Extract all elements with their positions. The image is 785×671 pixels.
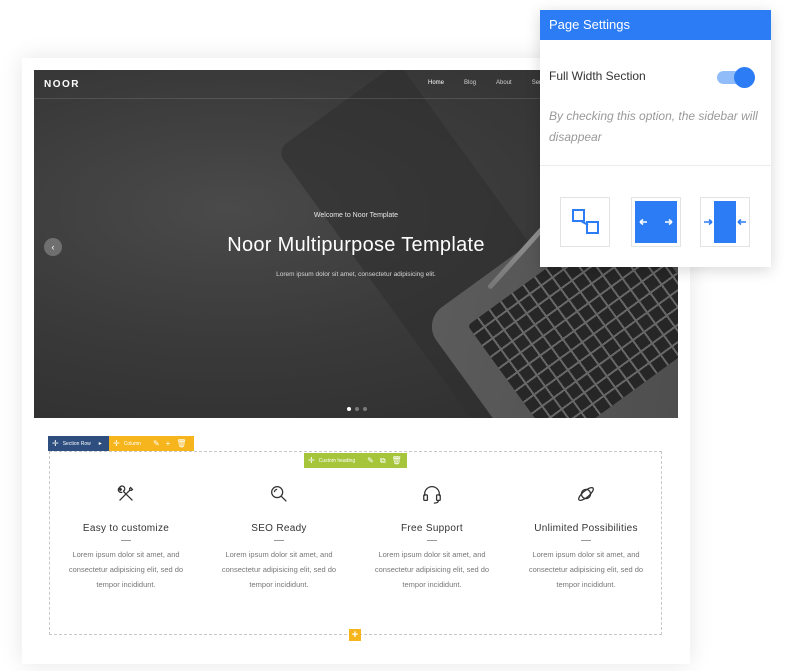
nav-about[interactable]: About [496,80,512,86]
slider-dot[interactable] [363,407,367,411]
delete-icon[interactable]: 🗑 [176,439,186,448]
custom-heading-toolbar[interactable]: ✛ Custom heading ✎ ⧉ 🗑 [304,453,407,468]
full-width-description: By checking this option, the sidebar wil… [549,109,758,144]
slider-dot[interactable] [355,407,359,411]
feature-text-line: consectetur adipisicing elit, sed do [374,565,490,574]
layout-option-boxed[interactable] [560,197,610,247]
toggle-knob [734,67,755,88]
nav-home[interactable]: Home [428,80,444,86]
hero-subtitle: Lorem ipsum dolor sit amet, consectetur … [276,271,436,278]
delete-icon[interactable]: 🗑 [392,456,402,465]
add-icon[interactable]: + [166,439,171,448]
move-icon[interactable]: ✛ [308,456,315,465]
planet-icon [578,486,594,502]
full-width-layout-icon [635,201,677,243]
column-label: Column [123,440,141,447]
contained-layout-icon [704,201,746,243]
full-width-label: Full Width Section [549,69,646,83]
edit-icon[interactable]: ✎ [153,439,160,448]
section-row-toolbar[interactable]: ✛ Section Row ▸ [48,436,109,451]
feature-title: SEO Ready [251,523,307,534]
feature-text-line: tempor incididunt. [96,580,156,589]
feature-text-line: Lorem ipsum dolor sit amet, and [378,550,486,559]
feature-unlimited-possibilities: Unlimited Possibilities Lorem ipsum dolo… [511,483,661,592]
boxed-layout-icon [572,209,599,234]
feature-text-line: consectetur adipisicing elit, sed do [221,565,337,574]
custom-heading-label: Custom heading [318,457,356,464]
layout-option-full-width[interactable] [631,197,681,247]
feature-text: Lorem ipsum dolor sit amet, and consecte… [51,547,201,592]
feature-text-line: tempor incididunt. [249,580,309,589]
feature-title: Free Support [401,523,463,534]
move-icon[interactable]: ✛ [52,439,59,448]
feature-title: Easy to customize [82,523,170,534]
feature-divider [581,540,591,541]
full-width-toggle[interactable] [717,67,755,88]
headset-icon [423,486,441,504]
slider-dots [347,407,367,411]
search-icon [271,486,287,502]
edit-icon[interactable]: ✎ [367,456,374,465]
feature-text-line: Lorem ipsum dolor sit amet, and [532,550,640,559]
nav-blog[interactable]: Blog [464,80,476,86]
page-settings-panel: Page Settings Full Width Section By chec… [540,10,771,267]
move-icon[interactable]: ✛ [113,439,120,448]
column-toolbar[interactable]: ✛ Column ✎ + 🗑 [109,436,194,451]
feature-text: Lorem ipsum dolor sit amet, and consecte… [511,547,661,592]
feature-text-line: consectetur adipisicing elit, sed do [528,565,644,574]
duplicate-icon[interactable]: ⧉ [380,456,386,466]
feature-free-support: Free Support Lorem ipsum dolor sit amet,… [357,483,507,592]
feature-text: Lorem ipsum dolor sit amet, and consecte… [357,547,507,592]
feature-text: Lorem ipsum dolor sit amet, and consecte… [204,547,354,592]
panel-divider [540,165,771,166]
feature-divider [274,540,284,541]
panel-header: Page Settings [540,10,771,40]
feature-text-line: tempor incididunt. [402,580,462,589]
feature-divider [427,540,437,541]
feature-text-line: consectetur adipisicing elit, sed do [68,565,184,574]
feature-easy-customize: Easy to customize Lorem ipsum dolor sit … [51,483,201,592]
feature-title: Unlimited Possibilities [534,523,638,534]
slider-dot[interactable] [347,407,351,411]
caret-right-icon[interactable]: ▸ [99,440,102,447]
feature-text-line: tempor incididunt. [556,580,616,589]
tools-icon [117,485,134,501]
section-row-label: Section Row [62,440,91,447]
feature-seo-ready: SEO Ready Lorem ipsum dolor sit amet, an… [204,483,354,592]
site-logo[interactable]: NOOR [44,79,80,90]
slider-prev-arrow[interactable]: ‹ [44,238,62,256]
feature-text-line: Lorem ipsum dolor sit amet, and [225,550,333,559]
layout-option-contained[interactable] [700,197,750,247]
add-element-button[interactable]: + [349,629,361,641]
feature-text-line: Lorem ipsum dolor sit amet, and [72,550,180,559]
feature-divider [121,540,131,541]
